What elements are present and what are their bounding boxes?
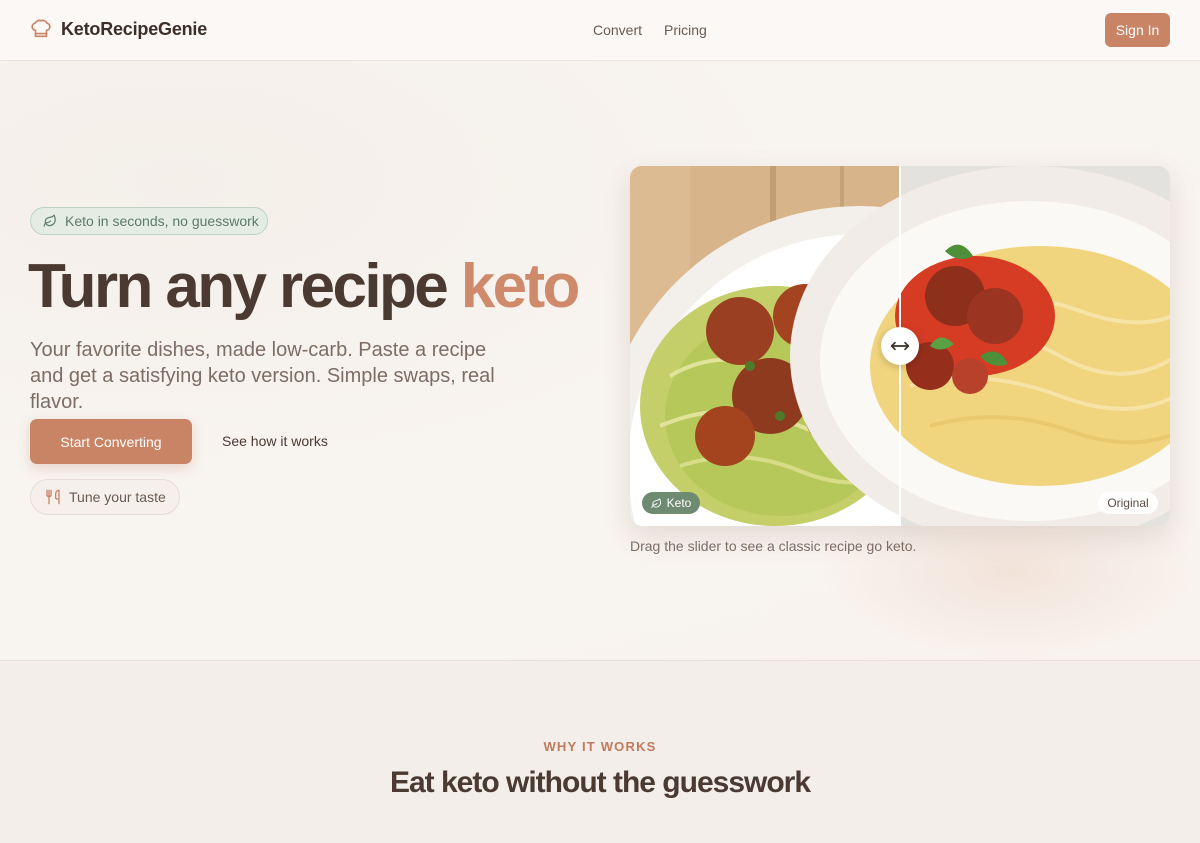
utensils-icon xyxy=(46,489,60,505)
sign-in-button[interactable]: Sign In xyxy=(1105,13,1170,47)
headline-main: Turn any recipe xyxy=(28,252,461,321)
keto-tag: Keto xyxy=(642,492,700,514)
brand-name: KetoRecipeGenie xyxy=(61,18,208,39)
top-nav: KetoRecipeGenie Convert Pricing Sign In xyxy=(0,0,1200,61)
hero-subtext: Your favorite dishes, made low-carb. Pas… xyxy=(30,339,495,413)
leaf-icon xyxy=(43,214,56,227)
section-eyebrow: WHY IT WORKS xyxy=(543,739,657,754)
nav-link-pricing[interactable]: Pricing xyxy=(664,22,707,38)
keto-tag-label: Keto xyxy=(666,496,692,510)
hero-badge: Keto in seconds, no guesswork xyxy=(30,207,268,235)
brand-logo[interactable]: KetoRecipeGenie xyxy=(30,18,207,40)
hero-section: Keto in seconds, no guesswork Turn any r… xyxy=(0,61,1200,661)
slider-handle[interactable] xyxy=(881,327,919,365)
tune-taste-button[interactable]: Tune your taste xyxy=(30,479,180,515)
tune-taste-label: Tune your taste xyxy=(69,489,166,505)
nav-link-convert[interactable]: Convert xyxy=(593,22,642,38)
hero-badge-label: Keto in seconds, no guesswork xyxy=(65,213,259,229)
why-it-works-section: WHY IT WORKS Eat keto without the guessw… xyxy=(0,660,1200,843)
arrows-horizontal-icon xyxy=(890,341,910,351)
slider-caption: Drag the slider to see a classic recipe … xyxy=(630,538,917,554)
hero-headline: Turn any recipe keto xyxy=(28,251,581,322)
before-after-slider[interactable]: Keto Original xyxy=(630,166,1170,526)
original-tag: Original xyxy=(1098,492,1158,514)
chef-hat-icon xyxy=(31,19,51,38)
section-title: Eat keto without the guesswork xyxy=(389,766,811,799)
start-converting-button[interactable]: Start Converting xyxy=(30,419,192,464)
leaf-icon xyxy=(651,497,661,508)
headline-accent: keto xyxy=(460,252,581,321)
see-how-it-works-link[interactable]: See how it works xyxy=(222,433,328,449)
